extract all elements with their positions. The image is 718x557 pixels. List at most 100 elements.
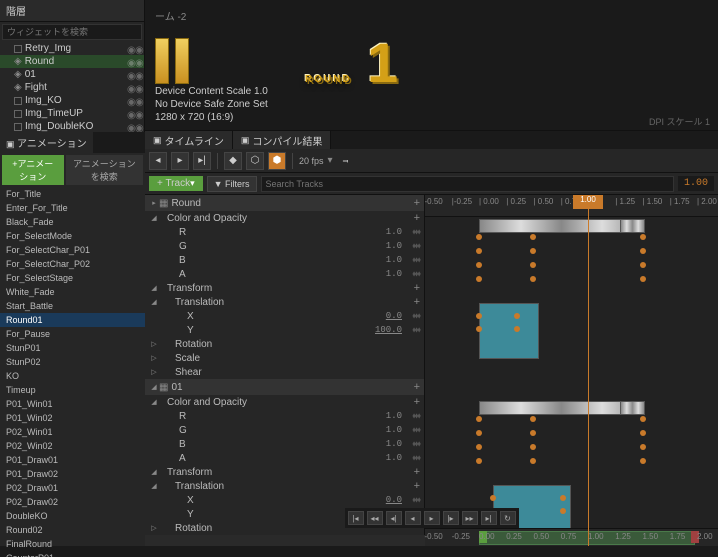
anim-item[interactable]: P02_Win01	[0, 425, 145, 439]
keyframe-icon[interactable]	[640, 416, 646, 422]
prev-key-icon[interactable]: ◂	[149, 152, 167, 170]
track-row[interactable]: ◢▦01+	[145, 379, 424, 395]
keyframe-icon[interactable]	[530, 234, 536, 240]
snap-icon[interactable]: ⫬	[337, 152, 355, 170]
keyframe-icon[interactable]	[514, 326, 520, 332]
clip[interactable]	[620, 401, 645, 415]
anim-item[interactable]: Enter_For_Title	[0, 201, 145, 215]
anim-item[interactable]: StunP02	[0, 355, 145, 369]
clip[interactable]	[620, 219, 645, 233]
anim-item[interactable]: StunP01	[0, 341, 145, 355]
keyframe-icon[interactable]	[640, 444, 646, 450]
viewport[interactable]: ーム -2 ROUND 1 Device Content Scale 1.0 N…	[145, 0, 718, 130]
reverse-icon[interactable]: ◂	[405, 511, 421, 525]
keyframe-icon[interactable]	[476, 326, 482, 332]
goto-end-icon[interactable]: ▸|	[481, 511, 497, 525]
anim-item[interactable]: FinalRound	[0, 537, 145, 551]
anim-item[interactable]: For_SelectStage	[0, 271, 145, 285]
track-row[interactable]: ▷Scale	[145, 351, 424, 365]
tree-item[interactable]: Retry_Img◉◉	[0, 42, 144, 55]
anim-item[interactable]: For_SelectChar_P02	[0, 257, 145, 271]
keyframe-icon[interactable]	[490, 495, 496, 501]
keyframe-icon[interactable]	[514, 313, 520, 319]
keyframe-icon[interactable]	[476, 276, 482, 282]
keyframe-icon[interactable]	[640, 458, 646, 464]
keyframe-icon[interactable]	[476, 248, 482, 254]
track-row[interactable]: ◢Transform+	[145, 465, 424, 479]
next-frame-icon[interactable]: |▸	[443, 511, 459, 525]
track-row[interactable]: ◢Color and Opacity+	[145, 211, 424, 225]
keyframe-icon[interactable]	[640, 430, 646, 436]
track-row[interactable]: G1.0⬧⬧⬧	[145, 239, 424, 253]
anim-item[interactable]: P01_Win02	[0, 411, 145, 425]
keyframe-icon[interactable]	[476, 458, 482, 464]
bottom-ruler[interactable]: -0.50-0.250.000.250.500.751.001.251.501.…	[425, 528, 718, 546]
clip[interactable]	[479, 303, 539, 359]
anim-item[interactable]: For_SelectMode	[0, 229, 145, 243]
tree-item[interactable]: Img_TimeUP◉◉	[0, 107, 144, 120]
anim-item[interactable]: Timeup	[0, 383, 145, 397]
track-row[interactable]: ◢Translation+	[145, 295, 424, 309]
track-row[interactable]: A1.0⬧⬧⬧	[145, 451, 424, 465]
anim-item[interactable]: P02_Win02	[0, 439, 145, 453]
keyframe-icon[interactable]	[560, 508, 566, 514]
track-row[interactable]: ▸▦Round+	[145, 195, 424, 211]
anim-item[interactable]: DoubleKO	[0, 509, 145, 523]
track-row[interactable]: ◢Color and Opacity+	[145, 395, 424, 409]
timeline-tab[interactable]: ▣ タイムライン	[145, 131, 233, 149]
keyframe-icon[interactable]	[476, 313, 482, 319]
track-row[interactable]: Y100.0⬧⬧⬧	[145, 323, 424, 337]
keyframe-icon[interactable]	[530, 430, 536, 436]
anim-item[interactable]: CounterP01	[0, 551, 145, 557]
track-row[interactable]: ◢Transform+	[145, 281, 424, 295]
keyframe-icon[interactable]	[640, 248, 646, 254]
track-row[interactable]: ▷Shear	[145, 365, 424, 379]
search-animation-button[interactable]: アニメーションを検索	[66, 155, 143, 185]
anim-item[interactable]: Black_Fade	[0, 215, 145, 229]
anim-item[interactable]: For_Title	[0, 187, 145, 201]
keyframe-icon[interactable]	[476, 234, 482, 240]
anim-item[interactable]: P01_Draw02	[0, 467, 145, 481]
tree-item[interactable]: Img_KO◉◉	[0, 94, 144, 107]
prev-frame-icon[interactable]: ◂|	[386, 511, 402, 525]
anim-item[interactable]: P01_Win01	[0, 397, 145, 411]
anim-item[interactable]: For_SelectChar_P01	[0, 243, 145, 257]
play-icon[interactable]: ▸	[171, 152, 189, 170]
add-animation-button[interactable]: +アニメーション	[2, 155, 64, 185]
tree-item[interactable]: ◈01◉◉	[0, 68, 144, 81]
track-row[interactable]: X0.0⬧⬧⬧	[145, 309, 424, 323]
keyframe-icon[interactable]	[476, 262, 482, 268]
anim-item[interactable]: Round01	[0, 313, 145, 327]
anim-item[interactable]: Round02	[0, 523, 145, 537]
fps-display[interactable]: 20 fps	[299, 156, 324, 166]
anim-item[interactable]: P01_Draw01	[0, 453, 145, 467]
keyframe-icon[interactable]	[560, 495, 566, 501]
keyframe-icon[interactable]	[640, 234, 646, 240]
track-row[interactable]: A1.0⬧⬧⬧	[145, 267, 424, 281]
keyframe-icon[interactable]	[530, 276, 536, 282]
next-key-icon[interactable]: ▸|	[193, 152, 211, 170]
track-row[interactable]: G1.0⬧⬧⬧	[145, 423, 424, 437]
anim-item[interactable]: White_Fade	[0, 285, 145, 299]
keyframe-icon[interactable]	[530, 444, 536, 450]
loop-icon[interactable]: ↻	[500, 511, 516, 525]
track-row[interactable]: ◢Translation+	[145, 479, 424, 493]
anim-item[interactable]: P02_Draw01	[0, 481, 145, 495]
keyframe-icon[interactable]	[530, 248, 536, 254]
time-display[interactable]: 1.00	[678, 176, 714, 191]
tree-item[interactable]: ◈Round◉◉	[0, 55, 144, 68]
track-row[interactable]: R1.0⬧⬧⬧	[145, 225, 424, 239]
track-row[interactable]: B1.0⬧⬧⬧	[145, 437, 424, 451]
add-track-button[interactable]: + Track▾	[149, 176, 203, 191]
keyframe-icon[interactable]	[640, 276, 646, 282]
step-fwd-icon[interactable]: ▸▸	[462, 511, 478, 525]
curve-icon[interactable]: ⬡	[246, 152, 264, 170]
dropdown-icon[interactable]: ▾	[328, 155, 333, 166]
anim-item[interactable]: For_Pause	[0, 327, 145, 341]
track-row[interactable]: B1.0⬧⬧⬧	[145, 253, 424, 267]
keyframe-icon[interactable]	[476, 430, 482, 436]
timeline-ruler[interactable]: -0.50|-0.25| 0.00| 0.25| 0.50| 0.75| 1.2…	[425, 195, 718, 217]
play-icon[interactable]: ▸	[424, 511, 440, 525]
filters-button[interactable]: ▼ Filters	[207, 176, 257, 192]
track-row[interactable]: ▷Rotation	[145, 337, 424, 351]
